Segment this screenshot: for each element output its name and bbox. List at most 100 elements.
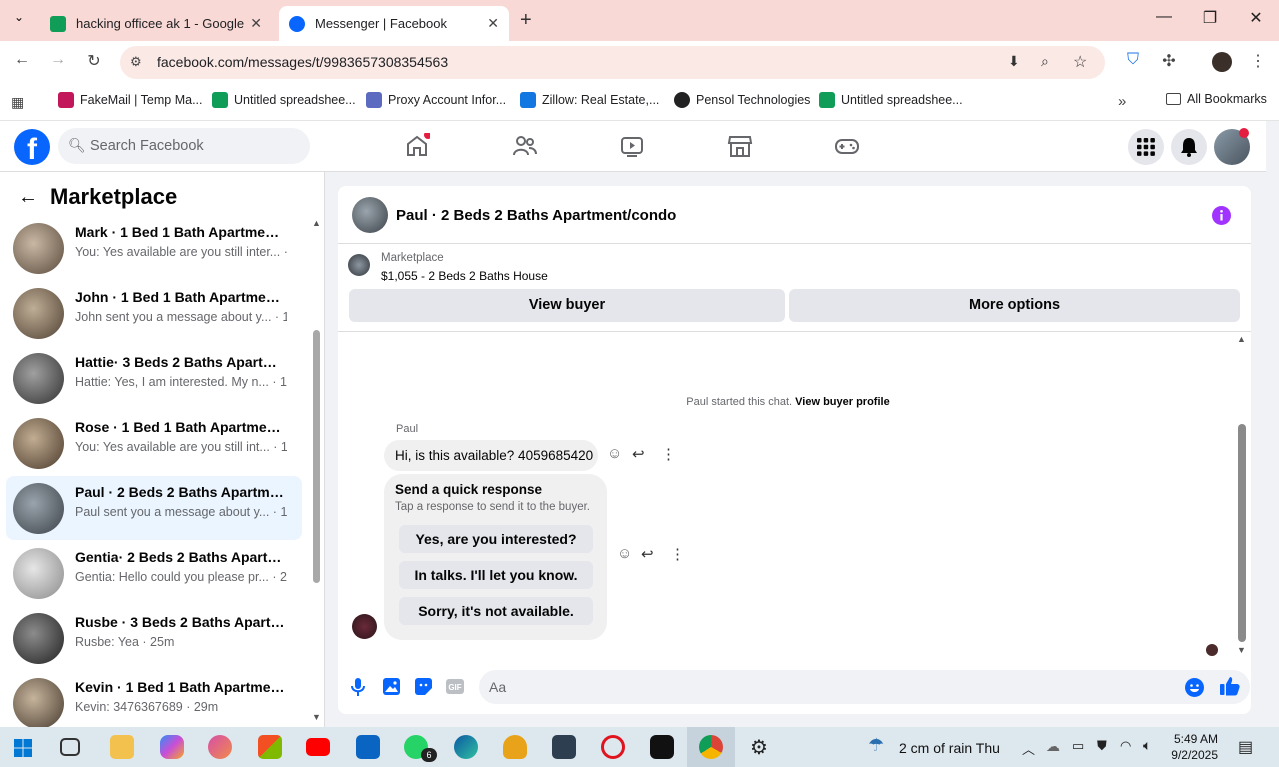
microphone-icon[interactable]: [351, 678, 365, 696]
reply-icon[interactable]: ↩: [641, 545, 654, 563]
chat-title[interactable]: Paul · 2 Beds 2 Baths Apartment/condo: [396, 207, 676, 224]
youtube-icon[interactable]: [306, 738, 330, 756]
friends-icon[interactable]: [512, 133, 538, 159]
quick-response-not-available-button[interactable]: Sorry, it's not available.: [399, 597, 593, 625]
emoji-icon[interactable]: [1185, 678, 1204, 697]
task-view-icon[interactable]: [60, 738, 80, 756]
onedrive-cloud-icon[interactable]: ☁: [1046, 738, 1060, 755]
scroll-up-icon[interactable]: ▲: [312, 218, 321, 228]
back-arrow-icon[interactable]: ←: [18, 186, 38, 209]
close-tab-icon[interactable]: ✕: [250, 15, 262, 32]
all-bookmarks[interactable]: All Bookmarks: [1166, 92, 1267, 106]
app-icon[interactable]: [208, 735, 232, 759]
notification-center-icon[interactable]: ▤: [1238, 737, 1253, 757]
conversation-item[interactable]: Paul · 2 Beds 2 Baths Apartment... Paul s…: [6, 476, 302, 540]
award-app-icon[interactable]: [503, 735, 527, 759]
file-explorer-icon[interactable]: [110, 735, 134, 759]
react-smiley-icon[interactable]: ☺: [607, 445, 622, 462]
install-app-icon[interactable]: ⬇: [1008, 53, 1020, 70]
forward-icon[interactable]: →: [46, 51, 70, 69]
conversation-item[interactable]: Mark · 1 Bed 1 Bath Apartment/... You: Ye…: [6, 216, 302, 280]
bookmark-spreadsheet-2[interactable]: Untitled spreadshee...: [819, 92, 963, 108]
conversation-item[interactable]: Hattie· 3 Beds 2 Baths Apartme... Hattie:…: [6, 346, 302, 410]
restore-icon[interactable]: ❐: [1187, 8, 1233, 28]
minimize-icon[interactable]: —: [1141, 8, 1187, 26]
more-options-button[interactable]: More options: [789, 289, 1240, 322]
message-bubble[interactable]: Hi, is this available? 4059685420: [384, 440, 598, 471]
quick-response-in-talks-button[interactable]: In talks. I'll let you know.: [399, 561, 593, 589]
photo-icon[interactable]: [383, 678, 400, 695]
app-icon[interactable]: [552, 735, 576, 759]
copilot-icon[interactable]: [160, 735, 184, 759]
info-icon[interactable]: [1212, 206, 1231, 225]
apps-grid-icon[interactable]: ▦: [11, 94, 24, 111]
home-icon[interactable]: [404, 133, 430, 159]
close-tab-icon[interactable]: ✕: [487, 15, 499, 32]
wifi-icon[interactable]: ◠: [1120, 738, 1131, 754]
view-buyer-profile-link[interactable]: View buyer profile: [795, 396, 890, 408]
sticker-icon[interactable]: [415, 678, 432, 695]
edge-icon[interactable]: [454, 735, 478, 759]
settings-gear-icon[interactable]: ⚙: [750, 735, 768, 760]
more-actions-icon[interactable]: ⋮: [661, 445, 676, 463]
bookmark-zillow[interactable]: Zillow: Real Estate,...: [520, 92, 659, 108]
conversation-item[interactable]: Rusbe · 3 Beds 2 Baths Apartme... Rusbe: …: [6, 606, 302, 670]
sidebar-scrollbar[interactable]: [313, 330, 320, 583]
scroll-down-icon[interactable]: ▼: [312, 712, 321, 722]
site-info-icon[interactable]: ⚙: [130, 54, 142, 70]
extension-shield-icon[interactable]: ⛉: [1121, 51, 1145, 69]
address-bar[interactable]: ⚙ facebook.com/messages/t/99836573083545…: [120, 46, 1105, 79]
chat-scrollbar[interactable]: [1238, 424, 1246, 642]
notifications-button[interactable]: [1171, 129, 1207, 165]
conversation-item[interactable]: Kevin · 1 Bed 1 Bath Apartment/... Kevin:…: [6, 671, 302, 735]
chrome-taskbar-active[interactable]: [687, 727, 735, 767]
video-icon[interactable]: [619, 133, 645, 159]
marketplace-icon[interactable]: [727, 133, 753, 159]
tab-messenger[interactable]: Messenger | Facebook ✕: [279, 6, 509, 41]
windows-start-icon[interactable]: [14, 739, 32, 757]
tab-google-sheets[interactable]: hacking officee ak 1 - Google Sh ✕: [40, 6, 272, 41]
menu-button[interactable]: [1128, 129, 1164, 165]
new-tab-icon[interactable]: +: [520, 9, 532, 32]
bookmark-proxy[interactable]: Proxy Account Infor...: [366, 92, 506, 108]
conversation-item[interactable]: John · 1 Bed 1 Bath Apartment/c... John s…: [6, 281, 302, 345]
tiktok-icon[interactable]: [650, 735, 674, 759]
bookmark-fakemail[interactable]: FakeMail | Temp Ma...: [58, 92, 203, 108]
microsoft-store-icon[interactable]: [258, 735, 282, 759]
react-smiley-icon[interactable]: ☺: [617, 545, 632, 562]
conversation-item[interactable]: Rose · 1 Bed 1 Bath Apartment/c... You: Y…: [6, 411, 302, 475]
weather-rain-icon[interactable]: ☂: [868, 735, 884, 756]
url-text[interactable]: facebook.com/messages/t/9983657308354563: [157, 54, 448, 70]
bookmark-spreadsheet-1[interactable]: Untitled spreadshee...: [212, 92, 356, 108]
extensions-puzzle-icon[interactable]: ✣: [1157, 51, 1181, 71]
weather-text[interactable]: 2 cm of rain Thu: [899, 740, 1000, 756]
tab-search-icon[interactable]: ⌄: [9, 10, 29, 30]
opera-icon[interactable]: [601, 735, 625, 759]
clock[interactable]: 5:49 AM 9/2/2025: [1168, 731, 1218, 763]
vpn-icon[interactable]: ⛊: [1097, 738, 1107, 754]
chat-avatar[interactable]: [352, 197, 388, 233]
more-bookmarks-icon[interactable]: »: [1118, 93, 1126, 110]
show-hidden-icons-icon[interactable]: ︿: [1022, 739, 1035, 758]
bookmark-pensol[interactable]: Pensol Technologies: [674, 92, 810, 108]
gif-icon[interactable]: GIF: [446, 679, 464, 694]
gaming-icon[interactable]: [834, 133, 860, 159]
thumbs-up-icon[interactable]: [1220, 676, 1240, 696]
chat-scroll-up-icon[interactable]: ▲: [1237, 334, 1246, 344]
more-actions-icon[interactable]: ⋮: [670, 545, 685, 563]
chat-scroll-down-icon[interactable]: ▼: [1237, 645, 1246, 655]
listing-title[interactable]: $1,055 - 2 Beds 2 Baths House: [381, 269, 548, 283]
conversation-item[interactable]: Gentia· 2 Beds 2 Baths Apartme... Gentia:…: [6, 541, 302, 605]
profile-avatar[interactable]: [1212, 52, 1232, 72]
quick-response-yes-button[interactable]: Yes, are you interested?: [399, 525, 593, 553]
sender-avatar[interactable]: [352, 614, 377, 639]
reload-icon[interactable]: ↻: [82, 51, 106, 71]
volume-icon[interactable]: 🔈︎: [1143, 737, 1151, 754]
window-close-icon[interactable]: ✕: [1233, 8, 1279, 28]
bookmark-star-icon[interactable]: ☆: [1073, 52, 1087, 72]
message-composer-input[interactable]: Aa: [479, 670, 1250, 704]
facebook-search-input[interactable]: 🔍︎ Search Facebook: [58, 128, 310, 164]
battery-icon[interactable]: ▭: [1072, 738, 1084, 754]
reply-icon[interactable]: ↩: [632, 445, 645, 463]
back-icon[interactable]: ←: [10, 51, 34, 69]
